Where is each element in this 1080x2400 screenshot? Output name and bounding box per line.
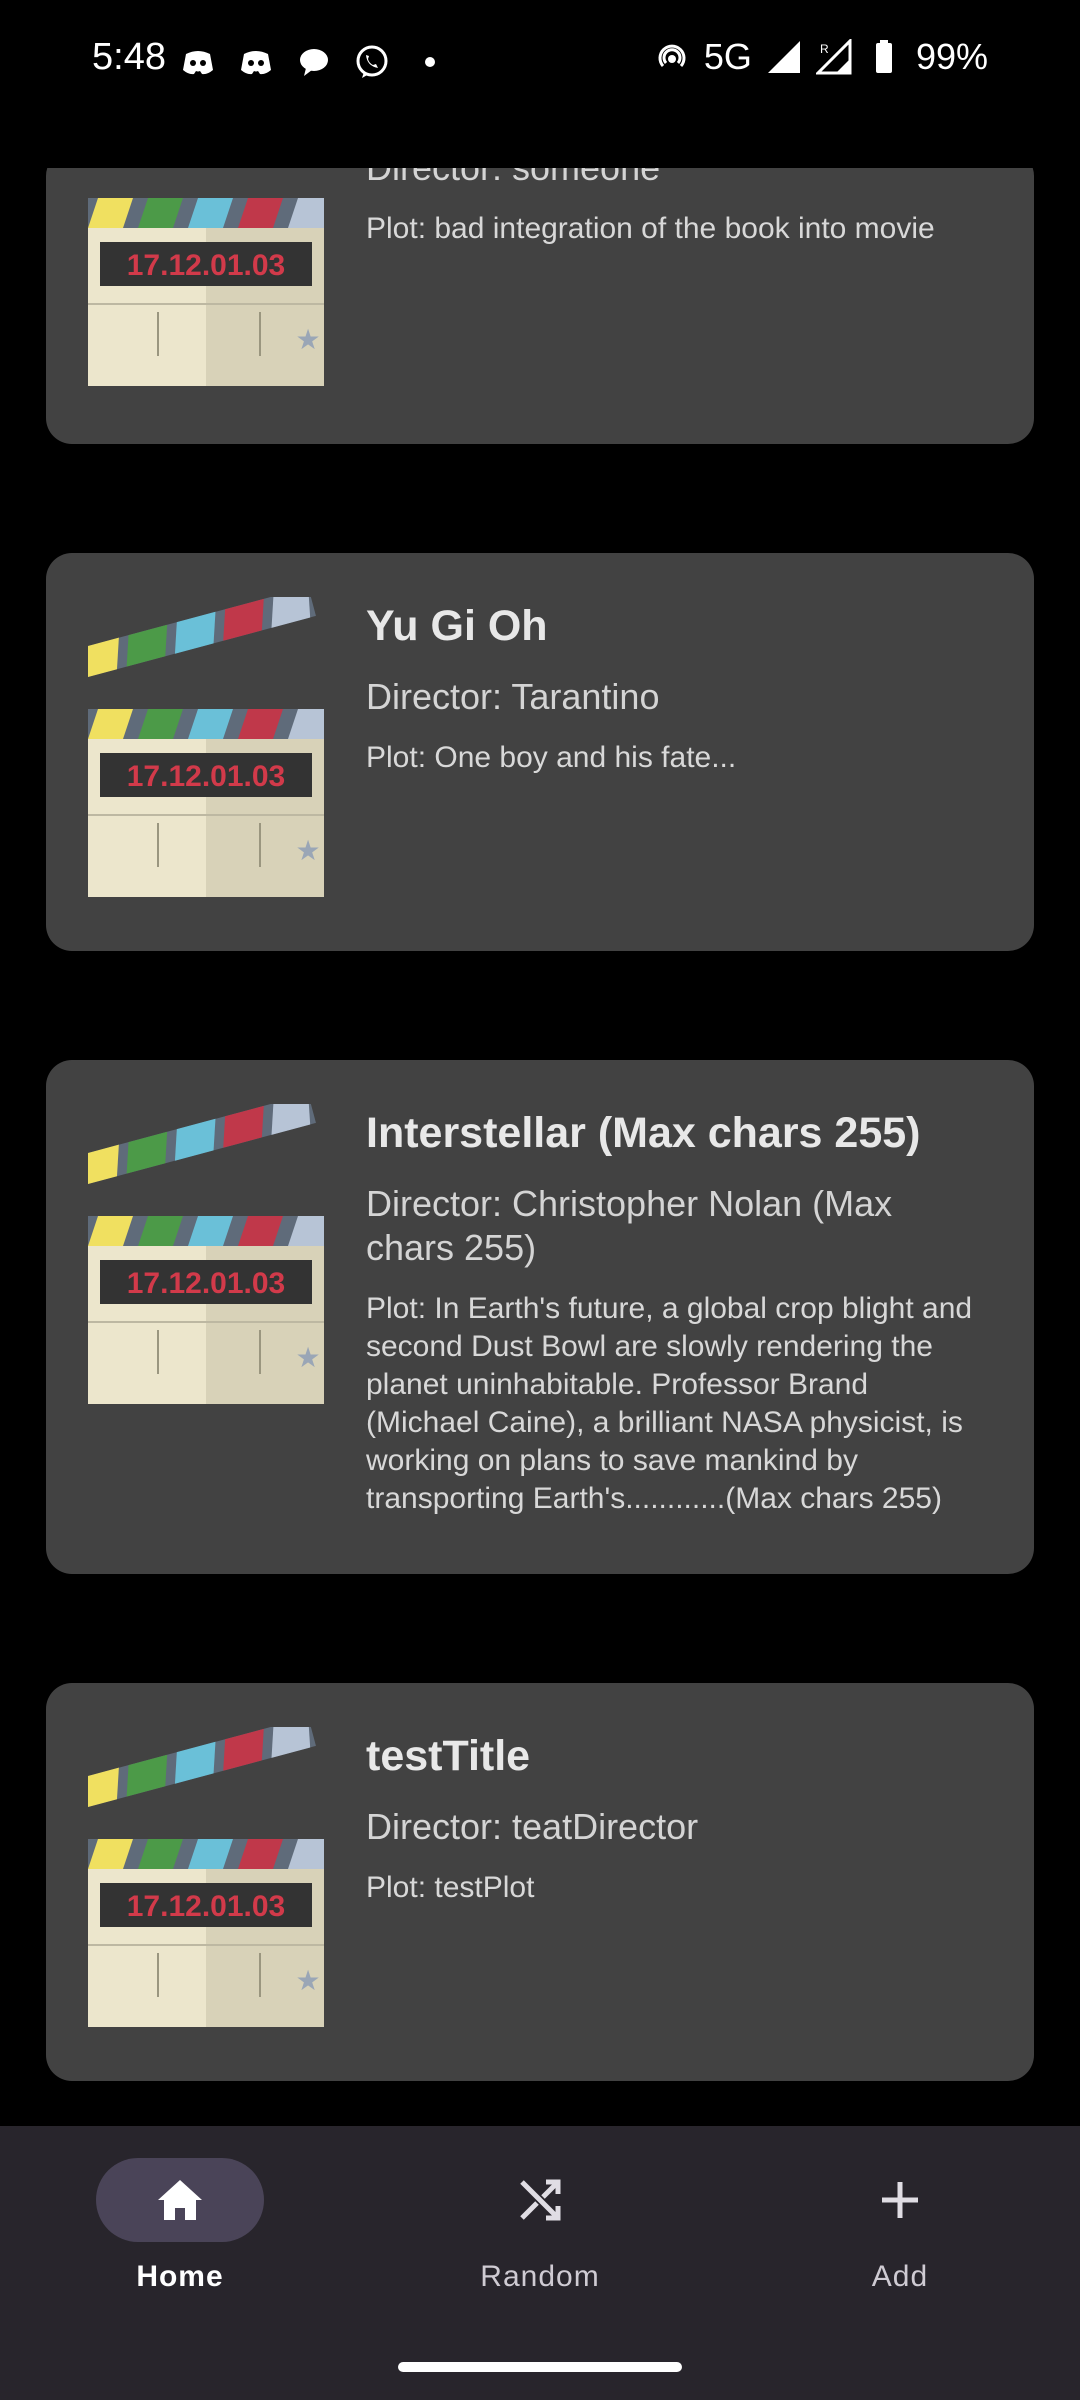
battery-percent: 99% xyxy=(915,36,988,77)
nav-random[interactable]: Random xyxy=(420,2158,660,2294)
clapperboard-icon: 17.12.01.03 ★ xyxy=(88,168,324,388)
nav-home-indicator xyxy=(96,2158,264,2242)
nav-add-pill xyxy=(816,2158,984,2242)
chat-bubble-icon xyxy=(300,49,328,76)
viber-icon xyxy=(356,45,388,78)
shuffle-icon xyxy=(520,2179,561,2221)
nav-home-label: Home xyxy=(136,2260,224,2293)
clapperboard-icon: 17.12.01.03 ★ xyxy=(80,1716,324,2029)
movie-title: Yu Gi Oh xyxy=(366,602,548,650)
hotspot-icon xyxy=(658,44,686,67)
movie-card[interactable]: 17.12.01.03 ★ testTitle Director: teatDi… xyxy=(46,1683,1034,2081)
clapperboard-icon: 17.12.01.03 ★ xyxy=(80,586,324,899)
thumb-date: 17.12.01.03 xyxy=(127,760,285,793)
movie-director: Director: teatDirector xyxy=(366,1806,699,1847)
nav-random-pill xyxy=(456,2158,624,2242)
dot-icon xyxy=(425,57,435,67)
battery-icon xyxy=(875,40,892,73)
movie-title: testTitle xyxy=(366,1732,531,1780)
signal-icon xyxy=(767,41,800,73)
svg-text:★: ★ xyxy=(295,834,320,867)
nav-add-label: Add xyxy=(871,2260,929,2293)
roaming-signal-icon: R xyxy=(815,39,852,75)
svg-text:R: R xyxy=(820,42,829,56)
home-icon xyxy=(158,2180,202,2220)
movie-list[interactable]: 17.12.01.03 ★ Director: someone Plot: ba… xyxy=(0,168,1080,2128)
movie-card[interactable]: 17.12.01.03 ★ Director: someone Plot: ba… xyxy=(46,168,1034,444)
movie-card[interactable]: 17.12.01.03 ★ Interstellar (Max chars 25… xyxy=(46,1060,1034,1574)
thumb-date: 17.12.01.03 xyxy=(127,1890,285,1923)
svg-text:★: ★ xyxy=(295,1341,320,1374)
notification-icons xyxy=(180,44,448,80)
status-time: 5:48 xyxy=(92,36,166,78)
svg-text:★: ★ xyxy=(295,323,320,356)
status-bar: 5:48 5G R 99% xyxy=(0,0,1080,120)
movie-title: Interstellar (Max chars 255) xyxy=(366,1109,921,1157)
movie-plot: Plot: One boy and his fate... xyxy=(366,741,737,774)
status-right: 5G R 99% xyxy=(654,36,988,78)
movie-card[interactable]: 17.12.01.03 ★ Yu Gi Oh Director: Taranti… xyxy=(46,553,1034,951)
movie-director: Director: someone xyxy=(366,168,984,190)
clapperboard-icon: 17.12.01.03 ★ xyxy=(80,1093,324,1406)
network-type: 5G xyxy=(703,36,752,77)
thumb-date: 17.12.01.03 xyxy=(127,1267,285,1300)
movie-plot: Plot: testPlot xyxy=(366,1871,535,1904)
nav-random-label: Random xyxy=(480,2260,600,2293)
discord-icon xyxy=(183,51,213,75)
movie-director: Director: Christopher Nolan (Max chars 2… xyxy=(366,1183,893,1268)
movie-plot: Plot: In Earth's future, a global crop b… xyxy=(366,1292,973,1515)
gesture-home-indicator[interactable] xyxy=(398,2362,682,2372)
nav-home[interactable]: Home xyxy=(60,2158,300,2294)
nav-add[interactable]: Add xyxy=(780,2158,1020,2294)
bottom-navigation: Home Random Add xyxy=(0,2126,1080,2400)
plus-icon xyxy=(882,2182,918,2218)
discord-icon xyxy=(241,51,271,75)
svg-text:★: ★ xyxy=(295,1964,320,1997)
movie-director: Director: Tarantino xyxy=(366,676,660,717)
movie-plot: Plot: bad integration of the book into m… xyxy=(366,212,935,245)
thumb-date: 17.12.01.03 xyxy=(127,249,285,282)
